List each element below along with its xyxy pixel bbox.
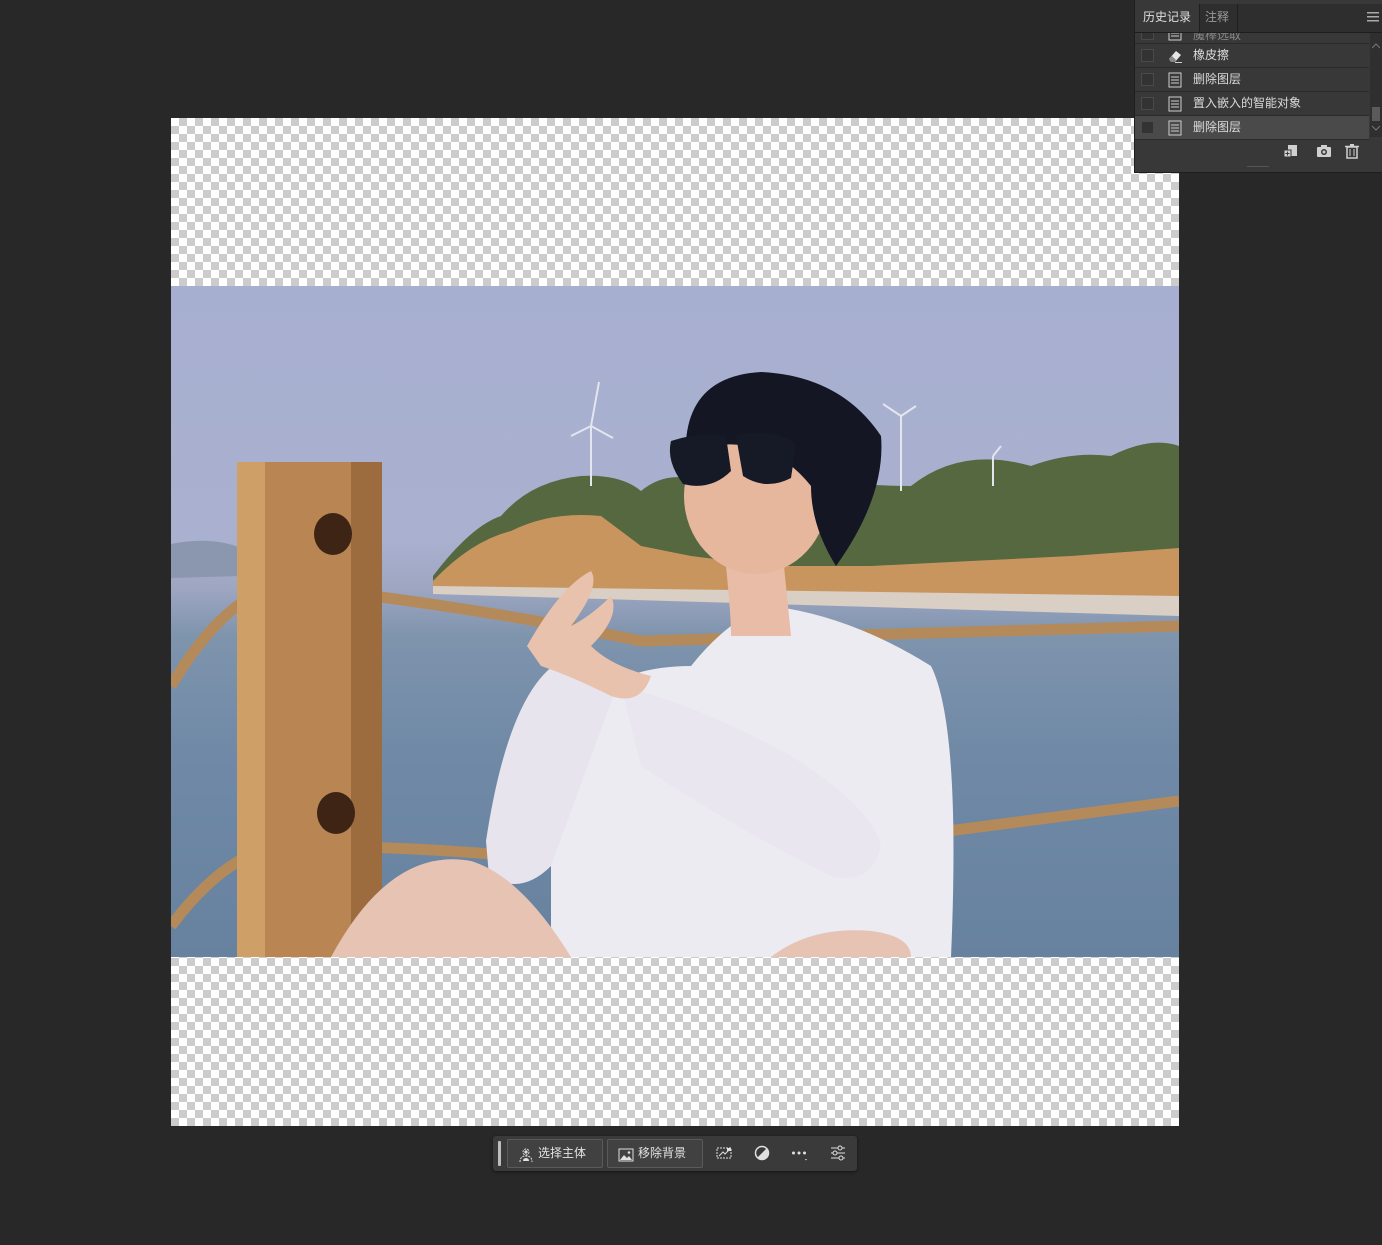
person-subject-icon — [518, 1146, 534, 1163]
hamburger-menu-icon[interactable] — [1367, 12, 1379, 24]
history-snapshot-checkbox[interactable] — [1141, 73, 1154, 86]
scroll-up-icon[interactable] — [1371, 43, 1381, 51]
history-item-label: 魔棒选取 — [1193, 33, 1242, 42]
panel-tab-bar: 历史记录 注释 — [1135, 4, 1382, 33]
scroll-down-icon[interactable] — [1371, 125, 1381, 133]
history-item-label: 删除图层 — [1193, 72, 1242, 86]
new-document-from-state-icon[interactable] — [1283, 143, 1299, 159]
history-item[interactable]: 删除图层 — [1135, 68, 1369, 92]
history-item-label: 删除图层 — [1193, 120, 1242, 134]
tab-notes[interactable]: 注释 — [1197, 4, 1239, 32]
settings-sliders-icon[interactable] — [829, 1144, 847, 1162]
tab-notes-label: 注释 — [1205, 10, 1230, 24]
history-item-label: 橡皮擦 — [1193, 48, 1230, 62]
photo-illustration — [171, 372, 1179, 957]
panel-resize-grip[interactable] — [1247, 166, 1269, 169]
history-snapshot-checkbox[interactable] — [1141, 33, 1154, 40]
document-step-icon — [1167, 33, 1183, 41]
tab-history[interactable]: 历史记录 — [1135, 4, 1201, 32]
eraser-icon — [1167, 48, 1183, 64]
history-snapshot-checkbox[interactable] — [1141, 97, 1154, 110]
history-list: 魔棒选取 橡皮擦 删除图层 置入嵌入的智能对象 删除图层 — [1135, 33, 1369, 140]
document-canvas[interactable] — [171, 118, 1179, 1126]
select-subject-label: 选择主体 — [538, 1146, 587, 1160]
task-bar-drag-handle[interactable] — [498, 1141, 501, 1166]
contextual-task-bar: 选择主体 移除背景 — [493, 1136, 857, 1171]
tab-history-label: 历史记录 — [1143, 10, 1192, 24]
history-snapshot-checkbox[interactable] — [1141, 49, 1154, 62]
document-step-icon — [1167, 120, 1183, 136]
history-item[interactable]: 置入嵌入的智能对象 — [1135, 92, 1369, 116]
more-icon[interactable] — [790, 1144, 808, 1162]
image-icon — [618, 1146, 634, 1162]
history-item[interactable]: 橡皮擦 — [1135, 44, 1369, 68]
camera-snapshot-icon[interactable] — [1316, 143, 1332, 159]
history-item-label: 置入嵌入的智能对象 — [1193, 96, 1302, 110]
history-scrollbar[interactable] — [1370, 33, 1382, 137]
history-panel-footer — [1135, 138, 1382, 164]
remove-background-label: 移除背景 — [638, 1146, 687, 1160]
history-snapshot-checkbox[interactable] — [1141, 121, 1154, 134]
document-step-icon — [1167, 72, 1183, 88]
history-item-selected[interactable]: 删除图层 — [1135, 116, 1369, 140]
trash-icon[interactable] — [1344, 143, 1360, 159]
placed-photo-layer[interactable] — [171, 286, 1179, 957]
remove-background-button[interactable]: 移除背景 — [607, 1139, 703, 1168]
history-panel: 历史记录 注释 魔棒选取 橡皮擦 删除图层 置入嵌入的智能对象 删除图层 — [1134, 0, 1382, 173]
transform-icon[interactable] — [715, 1144, 733, 1162]
adjustment-icon[interactable] — [753, 1144, 771, 1162]
scroll-thumb[interactable] — [1372, 107, 1380, 121]
history-item[interactable]: 魔棒选取 — [1135, 33, 1369, 44]
select-subject-button[interactable]: 选择主体 — [507, 1139, 603, 1168]
document-step-icon — [1167, 96, 1183, 112]
